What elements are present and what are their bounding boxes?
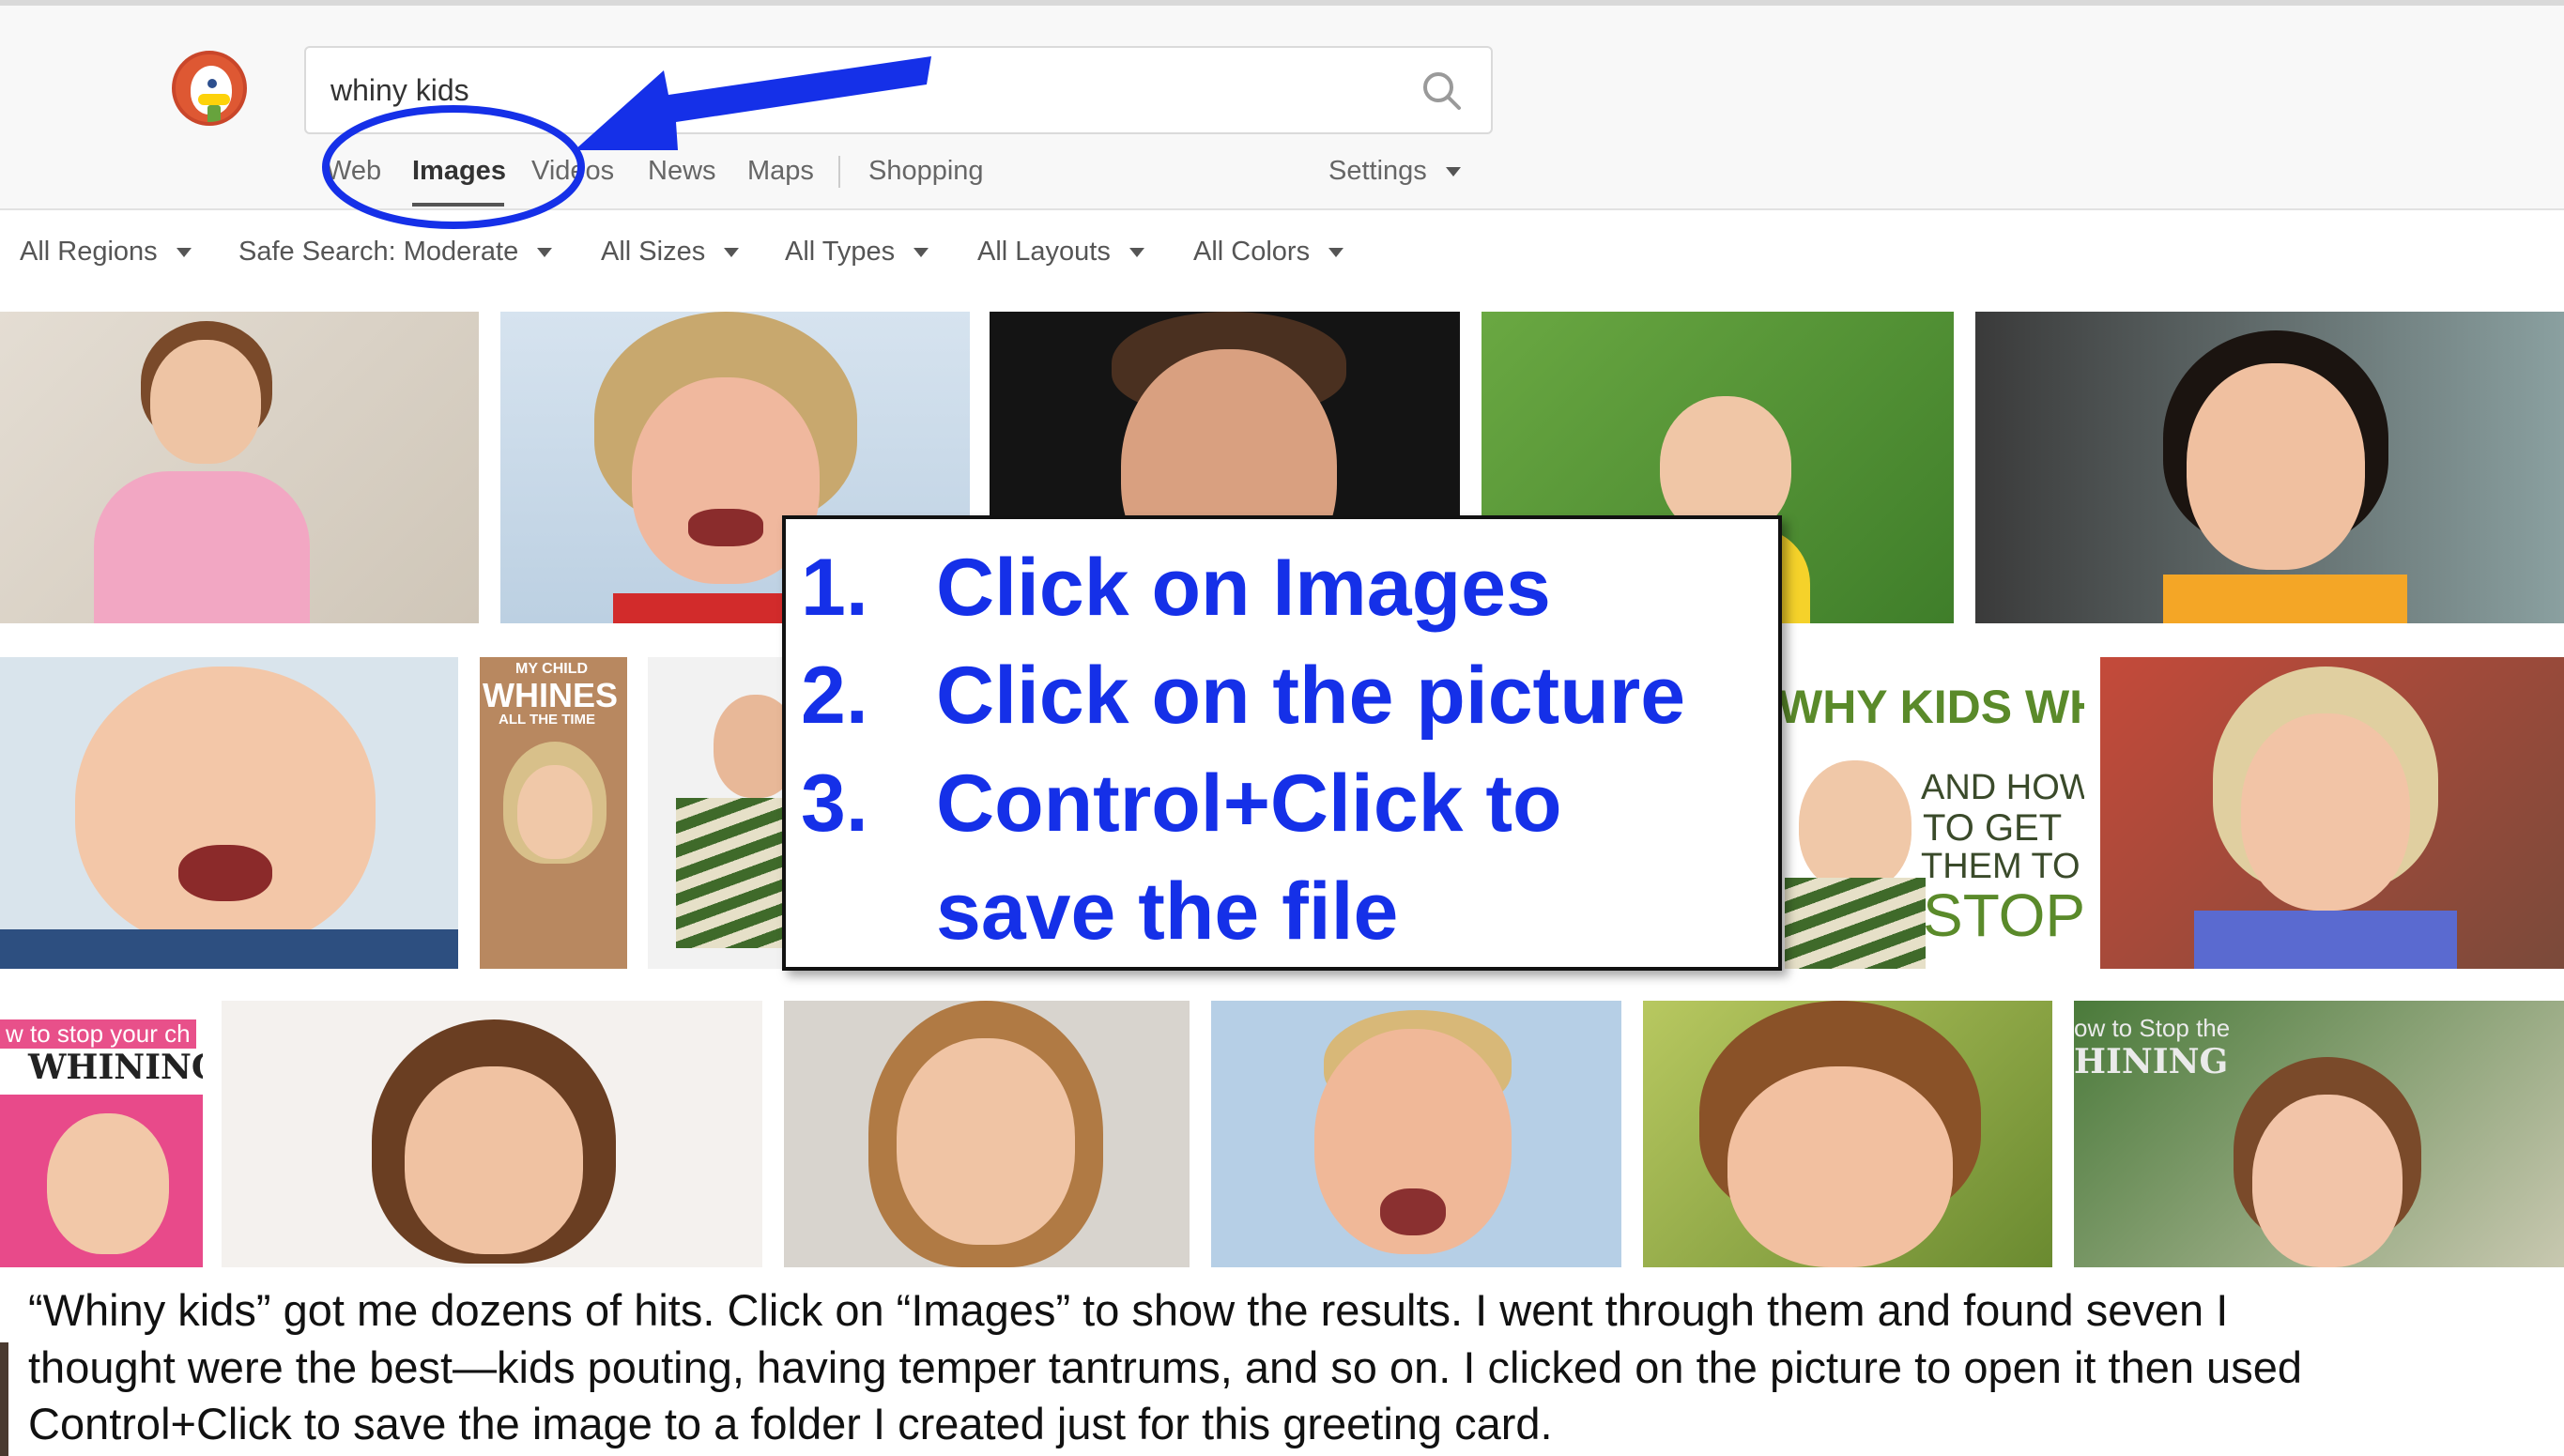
image-result[interactable] (0, 312, 479, 623)
tab-web[interactable]: Web (326, 156, 381, 187)
chevron-down-icon (724, 248, 740, 258)
chevron-down-icon (1328, 248, 1344, 258)
search-input[interactable] (330, 69, 1363, 112)
search-icon[interactable] (1420, 69, 1465, 114)
filter-safe-search[interactable]: Safe Search: Moderate (238, 237, 553, 268)
image-result[interactable]: MY CHILD WHINES ALL THE TIME (480, 657, 627, 969)
step-text: Click on Images (936, 543, 1551, 633)
filter-layouts[interactable]: All Layouts (977, 237, 1144, 268)
thumb-caption: HINING (2074, 1042, 2229, 1081)
instructions-callout: 1. Click on Images 2. Click on the pictu… (782, 515, 1782, 971)
image-result[interactable] (0, 657, 458, 969)
filter-label: All Types (785, 237, 896, 267)
thumb-caption: STOP (1923, 881, 2084, 949)
image-result[interactable] (1211, 1001, 1621, 1267)
tab-videos[interactable]: Videos (531, 156, 614, 187)
image-result[interactable]: WHY KIDS WHINE AND HOW TO GET THEM TO ST… (1780, 657, 2084, 969)
filter-sizes[interactable]: All Sizes (601, 237, 740, 268)
image-result[interactable] (1643, 1001, 2052, 1267)
tab-news[interactable]: News (648, 156, 716, 187)
step-number: 3. (801, 759, 868, 849)
thumb-caption: WHINES (483, 676, 618, 714)
tab-shopping[interactable]: Shopping (868, 156, 984, 187)
step-text: Control+Click to (936, 759, 1562, 849)
filter-label: Safe Search: Moderate (238, 237, 519, 267)
caption-side-bar (0, 1342, 8, 1456)
filter-label: All Colors (1193, 237, 1311, 267)
step-text: save the file (936, 866, 1399, 957)
image-result[interactable] (1975, 312, 2564, 623)
tab-maps[interactable]: Maps (747, 156, 814, 187)
search-bar (304, 46, 1493, 134)
thumb-caption: WHINING (28, 1048, 203, 1087)
active-tab-indicator (412, 203, 504, 207)
thumb-caption: AND HOW (1921, 768, 2084, 807)
duckduckgo-logo-icon[interactable] (172, 51, 247, 126)
caption-line: thought were the best—kids pouting, havi… (28, 1342, 2302, 1392)
caption-line: Control+Click to save the image to a fol… (28, 1399, 1553, 1448)
image-result[interactable]: w to stop your ch WHINING (0, 1001, 203, 1267)
thumb-caption: ALL THE TIME (499, 712, 596, 728)
search-header (0, 6, 2564, 210)
chevron-down-icon (914, 248, 929, 258)
chevron-down-icon (537, 248, 553, 258)
step-number: 2. (801, 651, 868, 741)
nav-divider (838, 156, 840, 188)
filter-label: All Regions (20, 237, 158, 267)
image-result[interactable] (784, 1001, 1190, 1267)
filter-types[interactable]: All Types (785, 237, 929, 268)
chevron-down-icon (1445, 167, 1461, 177)
filter-label: All Layouts (977, 237, 1111, 267)
tab-images[interactable]: Images (412, 156, 506, 187)
image-result[interactable]: ow to Stop the HINING (2074, 1001, 2564, 1267)
thumb-caption: WHY KIDS WHINE (1780, 681, 2084, 733)
step-number: 1. (801, 543, 868, 633)
caption-panel: “Whiny kids” got me dozens of hits. Clic… (0, 1267, 2564, 1456)
step-text: Click on the picture (936, 651, 1686, 741)
filter-regions[interactable]: All Regions (20, 237, 192, 268)
caption-line: “Whiny kids” got me dozens of hits. Clic… (28, 1285, 2229, 1335)
thumb-caption: w to stop your ch (0, 1019, 196, 1049)
image-result[interactable] (2100, 657, 2564, 969)
filter-label: All Sizes (601, 237, 706, 267)
settings-dropdown[interactable]: Settings (1328, 156, 1461, 187)
thumb-caption: TO GET (1923, 807, 2063, 849)
filter-colors[interactable]: All Colors (1193, 237, 1344, 268)
image-filter-bar: All Regions Safe Search: Moderate All Si… (0, 212, 2564, 297)
image-result[interactable] (648, 657, 789, 969)
image-result[interactable] (222, 1001, 762, 1267)
chevron-down-icon (176, 248, 192, 258)
settings-label: Settings (1328, 156, 1427, 186)
thumb-caption: ow to Stop the (2074, 1014, 2231, 1042)
chevron-down-icon (1128, 248, 1144, 258)
